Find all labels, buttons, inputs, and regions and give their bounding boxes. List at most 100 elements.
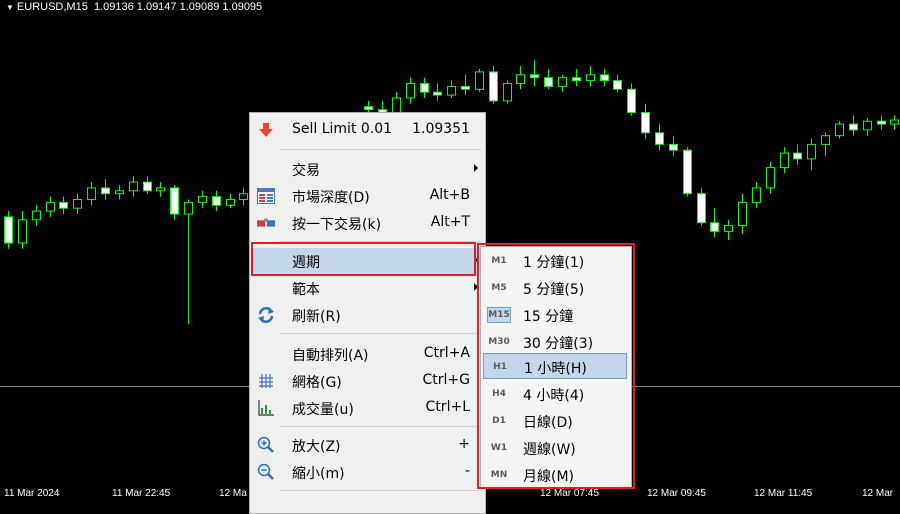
candle [780,147,789,174]
candle [697,187,706,226]
candle [669,135,678,156]
candle [544,69,553,90]
candle [46,196,55,217]
period-m1[interactable]: M1 1 分鐘(1) [483,248,627,274]
menu-item-label: 交易 [292,163,320,179]
candle [406,77,415,104]
menu-item-volumes[interactable]: 成交量(u) Ctrl+L [251,395,484,421]
menu-item-label: 縮小(m) [292,466,345,482]
menu-item-zoom-in[interactable]: 放大(Z) + [251,432,484,458]
period-h1[interactable]: H1 1 小時(H) [483,353,627,379]
menu-separator [280,426,481,427]
candle [475,69,484,93]
candle [627,83,636,116]
period-label: 月線(M) [523,469,575,485]
menu-item-label: 週期 [292,255,320,271]
menu-item-refresh[interactable]: 刷新(R) [251,302,484,328]
menu-item-shortcut: 1.09351 [412,121,470,137]
menu-item-shortcut: Ctrl+A [423,345,470,361]
period-h4[interactable]: H4 4 小時(4) [483,381,627,407]
candle [849,115,858,136]
candle [655,124,664,151]
period-code-icon: H4 [492,389,506,399]
candle [32,205,41,226]
one-click-trading-icon [257,214,275,232]
candle [18,211,27,249]
volumes-icon [257,399,275,417]
candle [807,138,816,171]
candle [184,199,193,325]
candle [683,147,692,197]
period-submenu: M1 1 分鐘(1) M5 5 分鐘(5) M15 15 分鐘 M30 30 分… [480,246,632,489]
candle [641,103,650,139]
zoom-out-icon [257,463,275,481]
candle [59,196,68,214]
x-tick-label: 11 Mar 2024 [4,488,60,499]
x-tick-label: 12 Mar [862,488,894,499]
candle [710,208,719,238]
period-code-icon: M5 [491,283,507,293]
menu-item-template[interactable]: 範本 [251,275,484,301]
submenu-arrow-icon [474,283,478,291]
candle [613,74,622,93]
candle [793,144,802,165]
menu-item-market-depth[interactable]: 市場深度(D) Alt+B [251,183,484,209]
candle [461,74,470,96]
menu-item-sell-limit[interactable]: Sell Limit 0.01 1.09351 [251,117,484,143]
menu-item-auto-arrange[interactable]: 自動排列(A) Ctrl+A [251,341,484,367]
menu-item-one-click-trading[interactable]: 按一下交易(k) Alt+T [251,210,484,236]
menu-item-label: 市場深度(D) [292,190,370,206]
menu-item-shortcut: Ctrl+G [422,372,471,388]
candle [198,190,207,209]
candle [724,219,733,241]
candle [600,69,609,87]
market-depth-icon [257,187,275,205]
period-m30[interactable]: M30 30 分鐘(3) [483,329,627,355]
submenu-arrow-icon [474,164,478,172]
menu-item-shortcut: Alt+T [430,214,470,230]
menu-item-label: 按一下交易(k) [292,217,382,233]
menu-item-period[interactable]: 週期 [251,248,484,274]
menu-item-label: Sell Limit 0.01 [292,121,393,137]
period-code-icon: M30 [488,337,510,347]
period-label: 週線(W) [523,442,576,458]
candle [4,211,13,249]
period-label: 15 分鐘 [523,309,574,325]
candle [170,185,179,220]
candle [433,83,442,101]
period-code-icon: M1 [491,256,507,266]
candle [752,182,761,209]
candle [586,66,595,87]
chart-context-menu: Sell Limit 0.01 1.09351 交易 市場深度(D) Alt+B… [249,112,486,514]
period-code-icon: MN [490,470,508,480]
candle [572,69,581,87]
candle [239,187,248,206]
period-code-icon: H1 [493,362,507,372]
collapse-triangle-icon[interactable]: ▼ [6,3,14,12]
period-d1[interactable]: D1 日線(D) [483,408,627,434]
menu-item-grid[interactable]: 網格(G) Ctrl+G [251,368,484,394]
menu-item-label: 刷新(R) [292,309,341,325]
menu-item-zoom-out[interactable]: 縮小(m) - [251,459,484,485]
candle [73,193,82,214]
submenu-arrow-icon [474,256,478,264]
period-m15[interactable]: M15 15 分鐘 [483,302,627,328]
menu-item-label: 放大(Z) [292,439,341,455]
menu-item-shortcut: - [464,463,470,479]
menu-item-label: 網格(G) [292,375,342,391]
menu-item-shortcut: Ctrl+L [425,399,470,415]
candle [738,193,747,235]
menu-separator [280,241,481,242]
period-w1[interactable]: W1 週線(W) [483,435,627,461]
menu-separator [280,333,481,334]
x-tick-label: 12 Mar 09:45 [647,488,706,499]
period-label: 1 小時(H) [524,361,587,377]
menu-item-trading[interactable]: 交易 [251,156,484,182]
period-m5[interactable]: M5 5 分鐘(5) [483,275,627,301]
period-mn[interactable]: MN 月線(M) [483,462,627,488]
period-label: 5 分鐘(5) [523,282,585,298]
period-code-icon: M15 [487,307,511,323]
chart-header: ▼ EURUSD,M15 1.09136 1.09147 1.09089 1.09… [6,1,262,13]
candle [212,190,221,212]
period-label: 日線(D) [523,415,573,431]
